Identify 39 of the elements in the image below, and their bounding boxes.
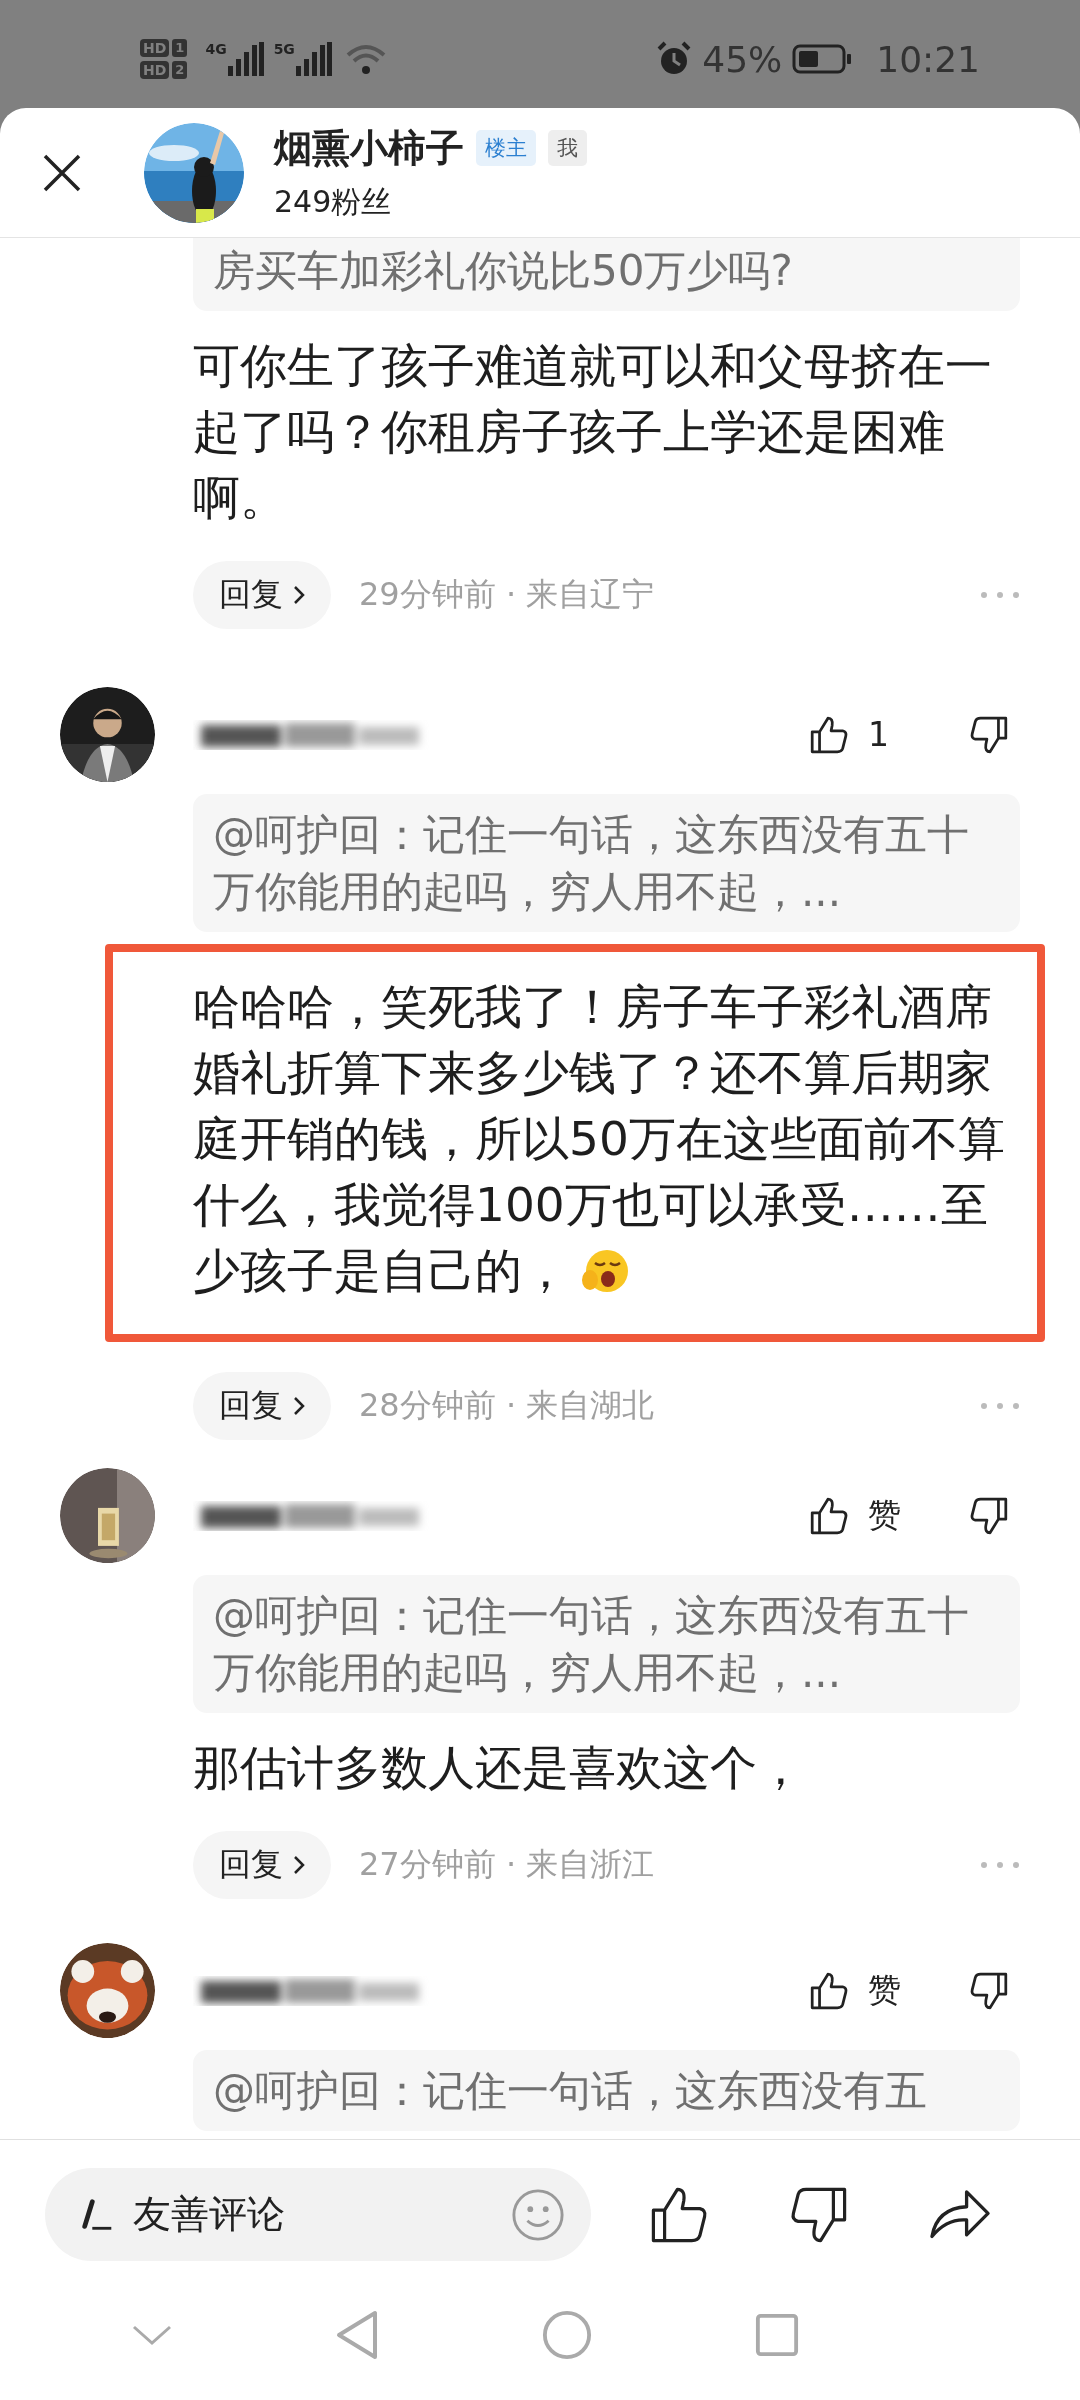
chevron-right-icon <box>293 585 305 605</box>
wifi-icon <box>345 43 386 75</box>
reply-button[interactable]: 回复 <box>193 1372 331 1440</box>
clock-time: 10:21 <box>876 38 980 80</box>
like-count: 1 <box>868 715 890 754</box>
author-name: 烟熏小柿子 <box>274 124 464 172</box>
author-badge: 我 <box>548 130 587 166</box>
emoji-icon[interactable] <box>511 2187 565 2242</box>
comment-text: 哈哈哈，笑死我了！房子车子彩礼酒席婚礼折算下来多少钱了？还不算后期家庭开销的钱，所以50万在这些面前不算什么，我觉得100万也可以承受……至少孩子是自己的， <box>193 979 1005 1298</box>
like-count: 赞 <box>868 1494 902 1536</box>
sim-tag: HD <box>140 39 170 57</box>
comment-text: 那估计多数人还是喜欢这个， <box>193 1740 804 1795</box>
quoted-reply: @呵护回：记住一句话，这东西没有五十万你能用的起吗，穷人用不起，... <box>193 794 1020 932</box>
follower-count: 249粉丝 <box>274 182 393 221</box>
comment-text: 可你生了孩子难道就可以和父母挤在一起了吗？你租房子孩子上学还是困难啊。 <box>193 338 992 525</box>
battery-percent: 45% <box>702 38 783 80</box>
quoted-reply: @呵护回：记住一句话，这东西没有五 <box>193 2050 1020 2131</box>
sim-slot: 1 <box>172 39 188 57</box>
battery-icon <box>792 44 853 74</box>
sim-slot: 2 <box>172 61 188 79</box>
reply-button[interactable]: 回复 <box>193 561 331 629</box>
network-type: 4G <box>205 42 227 56</box>
chevron-right-icon <box>293 1396 305 1416</box>
reply-button[interactable]: 回复 <box>193 1831 331 1899</box>
signal-icon <box>295 42 332 76</box>
comment-time-location: 27分钟前 · 来自浙江 <box>359 1844 655 1885</box>
comment-input[interactable]: 友善评论 <box>45 2168 591 2261</box>
alarm-icon <box>656 41 693 77</box>
close-icon[interactable] <box>42 152 82 193</box>
network-type: 5G <box>273 42 295 56</box>
quoted-reply: 房买车加彩礼你说比50万少吗? <box>193 238 1020 311</box>
author-badge: 楼主 <box>476 130 536 166</box>
comment-time-location: 28分钟前 · 来自湖北 <box>359 1385 655 1426</box>
chevron-right-icon <box>293 1855 305 1875</box>
comment-time-location: 29分钟前 · 来自辽宁 <box>359 574 655 615</box>
quoted-reply: @呵护回：记住一句话，这东西没有五十万你能用的起吗，穷人用不起，... <box>193 1575 1020 1713</box>
sim-tag: HD <box>140 61 170 79</box>
signal-icon <box>227 42 264 76</box>
like-count: 赞 <box>868 1969 902 2011</box>
